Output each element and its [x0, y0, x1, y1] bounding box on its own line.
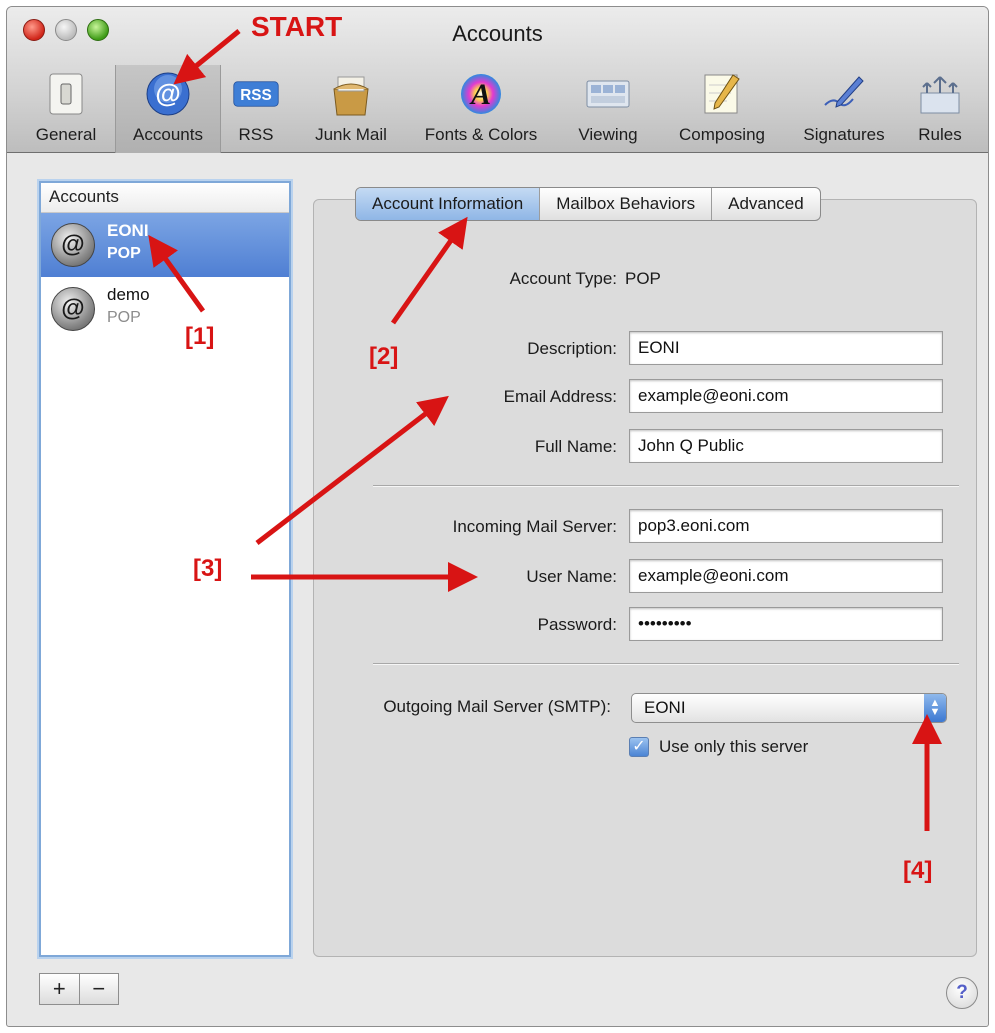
window-title: Accounts: [452, 21, 543, 46]
toolbar-label: Accounts: [133, 125, 203, 144]
toolbar-label: Fonts & Colors: [424, 125, 538, 144]
outgoing-mail-server-select[interactable]: EONI ▲ ▼: [631, 693, 947, 723]
rules-icon: [917, 71, 963, 117]
account-name: EONI: [107, 221, 149, 240]
incoming-mail-server-field[interactable]: [629, 509, 943, 543]
section-divider: [373, 485, 959, 487]
account-type: POP: [107, 245, 141, 262]
incoming-mail-server-label: Incoming Mail Server:: [452, 517, 617, 536]
account-type: POP: [107, 309, 141, 326]
toolbar-junk-mail[interactable]: Junk Mail: [297, 65, 405, 153]
toolbar-label: Junk Mail: [315, 125, 387, 144]
svg-text:@: @: [155, 78, 180, 108]
add-account-button[interactable]: +: [40, 974, 80, 1004]
account-row-demo[interactable]: @ demo POP: [41, 277, 289, 341]
password-label: Password:: [537, 615, 617, 634]
account-name: demo: [107, 285, 150, 304]
account-at-icon: @: [51, 223, 95, 267]
toolbar-signatures[interactable]: Signatures: [787, 65, 901, 153]
outgoing-mail-server-label: Outgoing Mail Server (SMTP):: [383, 697, 611, 716]
password-field[interactable]: [629, 607, 943, 641]
composing-icon: [699, 71, 745, 117]
account-at-icon: @: [51, 287, 95, 331]
annotation-start: START: [251, 11, 343, 42]
preferences-toolbar: Accounts General @ Accounts RSS RSS Junk…: [7, 7, 988, 153]
viewing-icon: [585, 71, 631, 117]
description-label: Description:: [527, 339, 617, 358]
tab-mailbox-behaviors[interactable]: Mailbox Behaviors: [540, 188, 713, 220]
annotation-step-4: [4]: [903, 857, 933, 884]
email-address-label: Email Address:: [503, 387, 617, 406]
svg-text:A: A: [469, 78, 491, 111]
accounts-list: Accounts @ EONI POP @ demo POP: [39, 181, 291, 957]
mail-preferences-window: Accounts General @ Accounts RSS RSS Junk…: [6, 6, 989, 1027]
tab-account-information[interactable]: Account Information: [356, 188, 541, 220]
user-name-label: User Name:: [526, 567, 617, 586]
toolbar-label: Signatures: [803, 125, 885, 144]
full-name-field[interactable]: [629, 429, 943, 463]
rss-icon: RSS: [233, 71, 279, 117]
toolbar-label: General: [35, 125, 97, 144]
account-type-value: POP: [625, 269, 661, 288]
svg-text:RSS: RSS: [240, 87, 272, 104]
section-divider: [373, 663, 959, 665]
annotation-step-2: [2]: [369, 343, 399, 370]
toolbar-rss[interactable]: RSS RSS: [223, 65, 289, 153]
toolbar-label: Rules: [918, 125, 962, 144]
annotation-step-1: [1]: [185, 323, 215, 350]
toolbar-general[interactable]: General: [19, 65, 113, 153]
toolbar-composing[interactable]: Composing: [661, 65, 783, 153]
remove-account-button[interactable]: −: [80, 974, 119, 1004]
fonts-colors-icon: A: [458, 71, 504, 117]
toolbar-label: RSS: [238, 125, 274, 144]
use-only-this-server-checkbox[interactable]: ✓: [629, 737, 649, 757]
user-name-field[interactable]: [629, 559, 943, 593]
signatures-icon: [821, 71, 867, 117]
toolbar-label: Viewing: [578, 125, 638, 144]
toolbar-rules[interactable]: Rules: [905, 65, 975, 153]
account-tabs: Account Information Mailbox Behaviors Ad…: [355, 187, 821, 221]
toolbar-viewing[interactable]: Viewing: [563, 65, 653, 153]
toolbar-label: Composing: [679, 125, 765, 144]
outgoing-mail-server-value: EONI: [644, 698, 686, 717]
toolbar-fonts-colors[interactable]: A Fonts & Colors: [407, 65, 555, 153]
tab-advanced[interactable]: Advanced: [712, 188, 820, 220]
email-address-field[interactable]: [629, 379, 943, 413]
annotation-step-3: [3]: [193, 555, 223, 582]
light-switch-icon: [43, 71, 89, 117]
full-name-label: Full Name:: [534, 437, 617, 456]
account-type-label: Account Type:: [509, 269, 617, 288]
accounts-list-header: Accounts: [41, 183, 289, 213]
account-row-eoni[interactable]: @ EONI POP: [41, 213, 289, 277]
description-field[interactable]: [629, 331, 943, 365]
use-only-this-server-label: Use only this server: [659, 737, 809, 756]
help-button[interactable]: ?: [946, 977, 978, 1009]
up-down-arrows-icon: ▲ ▼: [924, 694, 946, 722]
junk-mail-icon: [328, 71, 374, 117]
toolbar-accounts[interactable]: @ Accounts: [115, 65, 221, 153]
account-add-remove-controls: + −: [39, 973, 119, 1005]
at-sign-icon: @: [145, 71, 191, 117]
